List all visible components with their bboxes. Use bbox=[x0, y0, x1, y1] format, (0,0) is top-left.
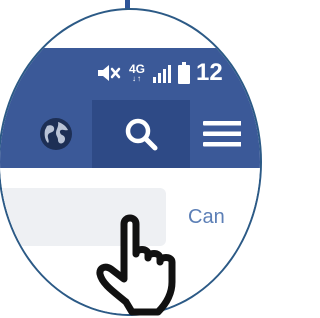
mute-icon bbox=[98, 65, 121, 81]
tap-hand-icon bbox=[96, 214, 176, 316]
menu-icon bbox=[203, 121, 241, 147]
tab-globe[interactable] bbox=[0, 100, 92, 168]
search-icon bbox=[125, 118, 158, 151]
tab-menu[interactable] bbox=[190, 100, 260, 168]
tab-search[interactable] bbox=[92, 100, 190, 168]
signal-icon bbox=[153, 65, 171, 83]
status-icons: 4G ↓↑ 12 bbox=[96, 56, 223, 90]
status-clock: 12 bbox=[196, 59, 223, 86]
network-indicator: 4G ↓↑ bbox=[128, 63, 146, 83]
network-arrows: ↓↑ bbox=[132, 74, 142, 83]
globe-icon bbox=[40, 118, 72, 150]
battery-icon bbox=[178, 62, 190, 84]
